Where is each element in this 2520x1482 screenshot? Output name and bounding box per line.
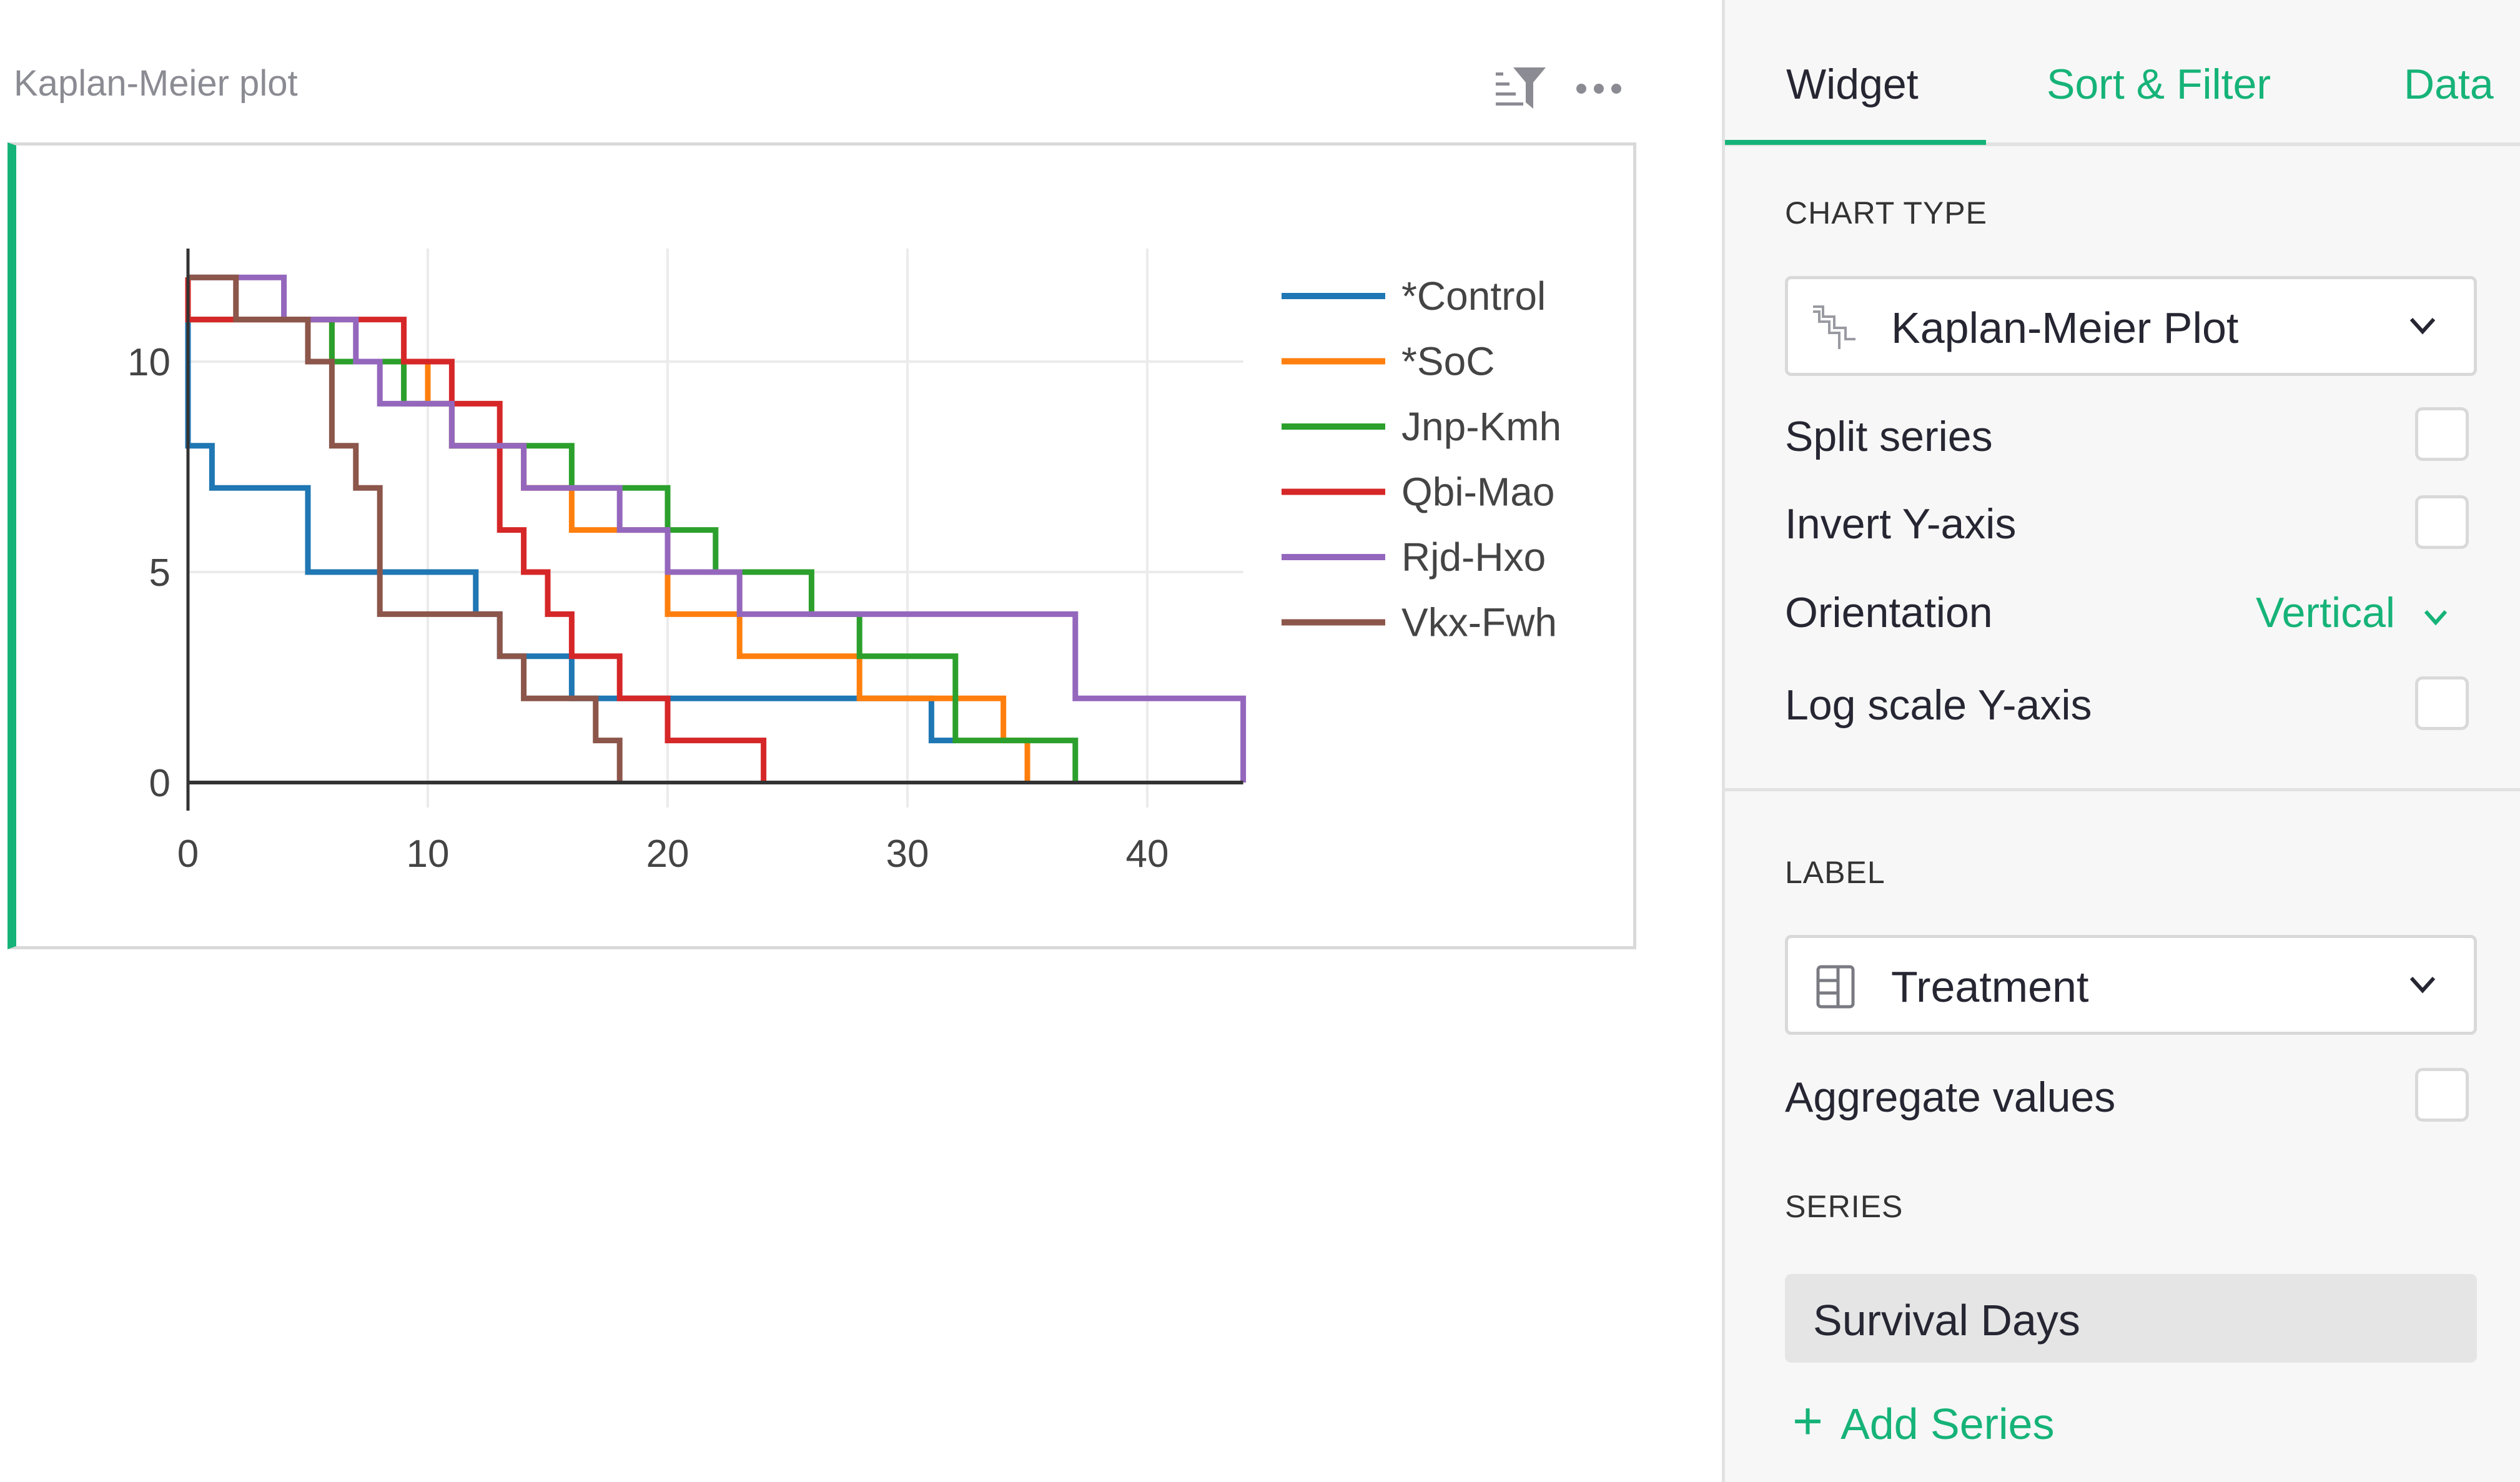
x-tick-label: 10	[407, 832, 450, 876]
x-tick-label: 30	[886, 832, 929, 876]
legend-label: Jnp-Kmh	[1401, 404, 1561, 449]
aggregate-values-checkbox[interactable]	[2415, 1068, 2469, 1122]
add-series-label: Add Series	[1841, 1400, 2055, 1448]
aggregate-values-label: Aggregate values	[1785, 1074, 2116, 1121]
log-scale-y-label: Log scale Y-axis	[1785, 681, 2092, 729]
series-section-label: SERIES	[1785, 1189, 1904, 1224]
log-scale-y-checkbox[interactable]	[2415, 676, 2469, 730]
section-divider	[1725, 788, 2520, 791]
settings-panel: Widget Sort & Filter Data CHART TYPE Kap…	[1722, 0, 2520, 1482]
legend-item[interactable]: Rjd-Hxo	[1282, 535, 1546, 580]
y-tick-label: 0	[149, 762, 170, 805]
kaplan-meier-chart-icon	[1813, 305, 1855, 349]
legend-item[interactable]: Vkx-Fwh	[1282, 600, 1557, 645]
column-icon	[1816, 965, 1855, 1009]
legend-label: *SoC	[1401, 339, 1495, 384]
legend-item[interactable]: Jnp-Kmh	[1282, 404, 1561, 449]
chevron-down-icon	[2409, 976, 2436, 994]
series-line-soc	[185, 277, 1030, 783]
series-layer	[185, 274, 1247, 783]
orientation-label: Orientation	[1785, 589, 1993, 636]
legend-label: Qbi-Mao	[1401, 470, 1554, 515]
series-item-label: Survival Days	[1813, 1296, 2080, 1345]
active-tab-indicator	[1725, 140, 1986, 145]
split-series-label: Split series	[1785, 413, 1993, 460]
invert-y-checkbox[interactable]	[2415, 495, 2469, 549]
tab-sort-filter[interactable]: Sort & Filter	[2047, 60, 2271, 109]
split-series-checkbox[interactable]	[2415, 407, 2469, 461]
x-tick-label: 20	[646, 832, 689, 876]
label-section-label: LABEL	[1785, 855, 1885, 890]
legend-item[interactable]: Qbi-Mao	[1282, 470, 1554, 515]
legend-item[interactable]: *Control	[1282, 274, 1546, 319]
legend-item[interactable]: *SoC	[1282, 339, 1495, 384]
series-item[interactable]: Survival Days	[1785, 1274, 2477, 1363]
chart-type-value: Kaplan-Meier Plot	[1891, 304, 2239, 352]
legend: *Control *SoC Jnp-Kmh Qbi-Mao Rjd-Hxo Vkx-Fwh	[1282, 274, 1561, 645]
plus-icon: +	[1792, 1391, 1824, 1450]
kaplan-meier-chart: 0 10 20 30 40 0 5 10 *Control *SoC Jnp-Kmh Qbi-Mao…	[127, 249, 1561, 876]
x-tick-label: 0	[177, 832, 199, 876]
label-value: Treatment	[1891, 962, 2089, 1011]
orientation-select[interactable]: Vertical	[2256, 588, 2395, 637]
chevron-down-icon	[2409, 317, 2436, 335]
tab-widget[interactable]: Widget	[1786, 60, 1919, 109]
chart-type-label: CHART TYPE	[1785, 195, 1987, 230]
chevron-down-icon	[2424, 610, 2448, 626]
legend-label: Rjd-Hxo	[1401, 535, 1546, 580]
invert-y-label: Invert Y-axis	[1785, 500, 2017, 548]
panel-tabs: Widget Sort & Filter Data	[1725, 0, 2520, 146]
label-select[interactable]: Treatment	[1785, 935, 2477, 1035]
tab-data[interactable]: Data	[2404, 60, 2494, 109]
legend-label: *Control	[1401, 274, 1546, 319]
legend-label: Vkx-Fwh	[1401, 600, 1557, 645]
chart-type-select[interactable]: Kaplan-Meier Plot	[1785, 276, 2477, 376]
widget-area: Kaplan-Meier plot 0 10 20 30 40 0 5 10 *Control…	[0, 0, 1722, 1482]
y-tick-label: 5	[149, 551, 170, 595]
add-series-button[interactable]: + Add Series	[1792, 1391, 2055, 1450]
axis-layer: 0 10 20 30 40 0 5 10	[127, 249, 1243, 876]
y-tick-label: 10	[127, 341, 170, 384]
x-tick-label: 40	[1126, 832, 1169, 876]
